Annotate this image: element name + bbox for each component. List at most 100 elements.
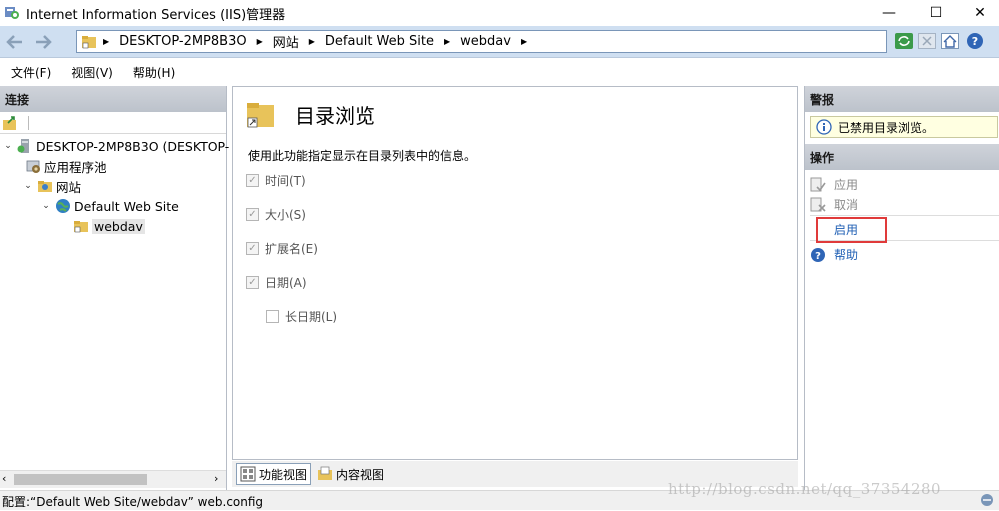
address-bar[interactable]: ▶ DESKTOP-2MP8B3O ▶ 网站 ▶ Default Web Sit…	[76, 30, 887, 53]
feature-description: 使用此功能指定显示在目录列表中的信息。	[248, 149, 477, 163]
resize-grip-icon[interactable]	[978, 492, 996, 511]
stop-icon	[918, 33, 936, 49]
watermark: http://blog.csdn.net/qq_37354280	[668, 480, 942, 498]
help-icon: ?	[811, 247, 825, 262]
tab-content-view[interactable]: 内容视图	[314, 463, 387, 485]
scroll-left-icon[interactable]: ‹	[2, 472, 6, 485]
window-title: Internet Information Services (IIS)管理器	[26, 8, 286, 23]
option-long-date[interactable]: 长日期(L)	[266, 308, 337, 325]
help-label: 帮助	[834, 248, 859, 262]
breadcrumb-server[interactable]: DESKTOP-2MP8B3O	[119, 34, 246, 49]
breadcrumb-webdav[interactable]: webdav	[460, 34, 511, 49]
option-size[interactable]: ✓ 大小(S)	[246, 206, 306, 223]
tree-item-default-web-site[interactable]: ⌄ Default Web Site	[40, 196, 179, 216]
minimize-button[interactable]: —	[866, 0, 912, 26]
help-icon: ?	[967, 33, 983, 49]
breadcrumb-sites[interactable]: 网站	[273, 32, 299, 51]
menu-bar: 文件(F) 视图(V) 帮助(H)	[0, 59, 999, 85]
menu-help[interactable]: 帮助(H)	[133, 64, 175, 81]
forward-arrow-icon	[36, 35, 52, 49]
globe-icon	[56, 199, 70, 213]
maximize-button[interactable]: ☐	[913, 0, 959, 26]
tab-features-view[interactable]: 功能视图	[236, 463, 312, 485]
breadcrumb-default-web-site[interactable]: Default Web Site	[325, 34, 434, 49]
connections-toolbar	[0, 112, 226, 134]
back-arrow-icon	[6, 35, 22, 49]
option-date[interactable]: ✓ 日期(A)	[246, 274, 307, 291]
menu-view[interactable]: 视图(V)	[71, 64, 113, 81]
option-label: 扩展名(E)	[265, 242, 318, 256]
apply-action[interactable]: 应用	[810, 176, 858, 193]
tree-label: Default Web Site	[74, 198, 179, 214]
collapse-icon[interactable]: ⌄	[22, 181, 34, 191]
tree-label: 网站	[56, 179, 82, 195]
svg-text:?: ?	[815, 251, 821, 262]
minimize-icon: —	[882, 5, 896, 21]
close-button[interactable]: ✕	[957, 0, 999, 26]
close-icon: ✕	[974, 5, 986, 21]
help-dropdown-button[interactable]: ?	[966, 31, 986, 51]
chevron-right-icon: ▶	[444, 37, 451, 46]
tree-item-sites[interactable]: ⌄ 网站	[22, 176, 81, 196]
checkbox-checked[interactable]: ✓	[246, 276, 259, 289]
iis-app-icon	[5, 7, 19, 19]
help-action[interactable]: ? 帮助	[810, 246, 858, 263]
chevron-right-icon: ▶	[308, 37, 315, 46]
tree-item-app-pools[interactable]: 应用程序池	[22, 156, 107, 176]
tree-label: 应用程序池	[44, 159, 107, 175]
app-pool-icon	[26, 160, 40, 173]
collapse-icon[interactable]: ⌄	[2, 141, 14, 151]
directory-browsing-icon	[247, 103, 274, 128]
content-view-icon	[318, 466, 332, 480]
features-view-icon	[240, 466, 256, 482]
refresh-button[interactable]	[894, 31, 914, 51]
checkbox-unchecked[interactable]	[266, 310, 279, 323]
option-label: 大小(S)	[265, 208, 306, 222]
connect-icon[interactable]	[2, 115, 18, 131]
collapse-icon[interactable]: ⌄	[40, 201, 52, 211]
svg-text:?: ?	[972, 35, 978, 48]
feature-pane: 目录浏览 使用此功能指定显示在目录列表中的信息。 ✓ 时间(T) ✓ 大小(S)…	[232, 86, 798, 460]
option-label: 长日期(L)	[285, 310, 338, 324]
maximize-icon: ☐	[929, 5, 943, 21]
horizontal-scrollbar[interactable]: ‹ ›	[0, 470, 226, 488]
checkbox-checked[interactable]: ✓	[246, 174, 259, 187]
enable-highlight-box	[816, 217, 887, 243]
refresh-icon	[895, 33, 913, 49]
chevron-right-icon: ▶	[520, 37, 528, 46]
option-extension[interactable]: ✓ 扩展名(E)	[246, 240, 318, 257]
forward-button[interactable]	[32, 32, 54, 52]
menu-file[interactable]: 文件(F)	[11, 64, 51, 81]
actions-divider	[810, 215, 999, 216]
tree-item-webdav[interactable]: webdav	[58, 216, 145, 236]
option-time[interactable]: ✓ 时间(T)	[246, 172, 306, 189]
connections-pane: 连接 ⌄ DESKTOP-2MP8B3O (DESKTOP- 应用程序池 ⌄ 网…	[0, 86, 229, 490]
scroll-right-icon[interactable]: ›	[214, 472, 218, 485]
home-icon	[941, 33, 959, 49]
alert-box: 已禁用目录浏览。	[810, 116, 998, 138]
home-button[interactable]	[940, 31, 960, 51]
chevron-right-icon: ▶	[256, 37, 263, 46]
tree-label: DESKTOP-2MP8B3O (DESKTOP-	[36, 138, 230, 154]
cancel-icon	[810, 197, 826, 212]
checkbox-checked[interactable]: ✓	[246, 208, 259, 221]
toolbar-divider	[27, 116, 29, 130]
tab-label: 内容视图	[336, 467, 385, 482]
actions-pane: 警报 已禁用目录浏览。 操作 应用 取消 启用 ? 帮助	[804, 86, 999, 490]
stop-button[interactable]	[917, 31, 937, 51]
scrollbar-thumb[interactable]	[14, 474, 147, 485]
sites-folder-icon	[38, 181, 52, 192]
cancel-action[interactable]: 取消	[810, 196, 858, 213]
back-button[interactable]	[4, 32, 26, 52]
tab-label: 功能视图	[259, 467, 308, 482]
alert-message: 已禁用目录浏览。	[838, 120, 935, 135]
cancel-label: 取消	[834, 198, 859, 212]
title-bar: Internet Information Services (IIS)管理器 —…	[0, 0, 999, 26]
option-label: 时间(T)	[265, 174, 306, 188]
checkbox-checked[interactable]: ✓	[246, 242, 259, 255]
connections-header: 连接	[0, 86, 226, 112]
tree-item-server[interactable]: ⌄ DESKTOP-2MP8B3O (DESKTOP-	[2, 136, 229, 156]
tree-label-selected: webdav	[92, 218, 145, 234]
server-icon	[17, 139, 29, 153]
folder-shortcut-icon	[82, 35, 96, 48]
